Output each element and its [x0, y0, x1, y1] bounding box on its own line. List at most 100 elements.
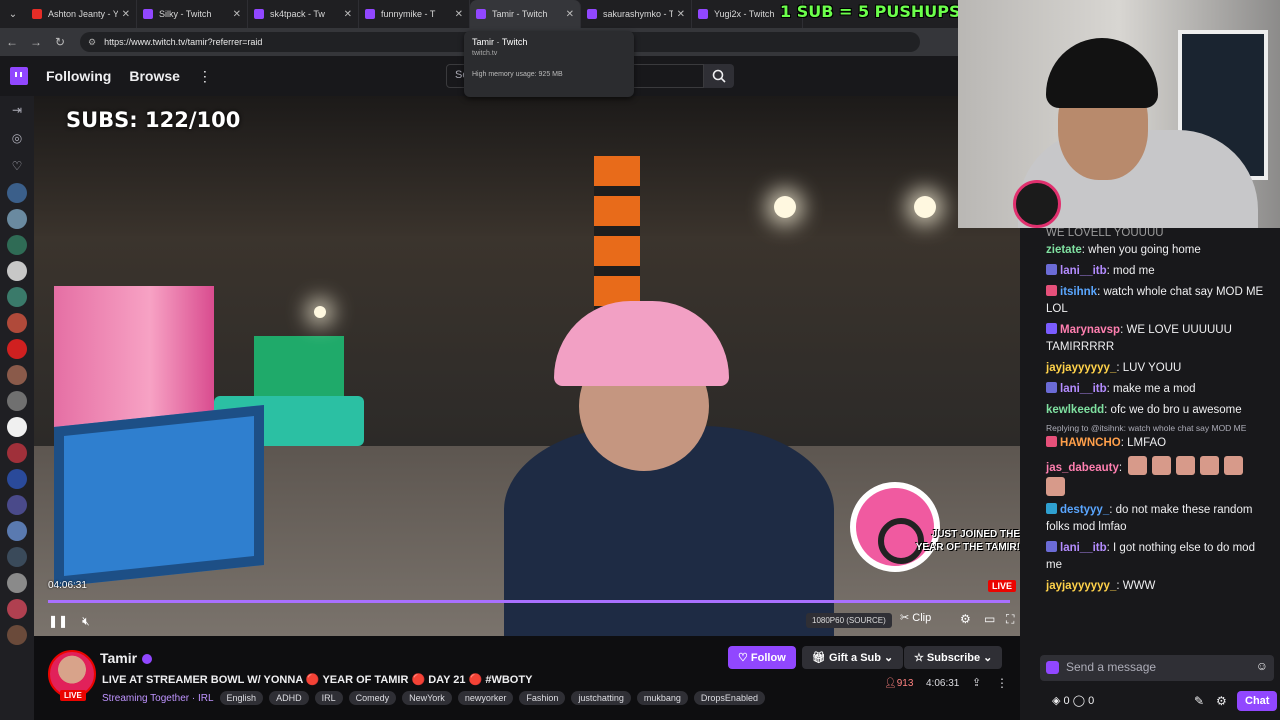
theatre-mode-icon[interactable]: ▭ [984, 612, 995, 626]
channel-avatar[interactable] [7, 365, 27, 385]
tag[interactable]: newyorker [457, 691, 514, 705]
channel-avatar[interactable] [7, 521, 27, 541]
channel-avatar[interactable] [7, 313, 27, 333]
forward-icon[interactable]: → [24, 35, 48, 49]
tag[interactable]: English [219, 691, 264, 705]
tab-search-icon[interactable]: ⌄ [0, 0, 26, 28]
chat-badge-icon[interactable] [1046, 503, 1057, 514]
chat-username[interactable]: jas_dabeauty [1046, 462, 1119, 474]
tag[interactable]: ADHD [269, 691, 309, 705]
chat-emote[interactable] [1224, 456, 1244, 475]
clip-button[interactable]: ✂ Clip [900, 611, 931, 624]
chat-username[interactable]: jayjayyyyyy_ [1046, 362, 1116, 374]
seek-bar[interactable] [48, 600, 1010, 603]
more-icon[interactable]: ⋮ [198, 68, 212, 85]
mute-icon[interactable]: 🔇︎ [82, 614, 90, 629]
chat-settings-icon[interactable]: ⚙ [1216, 694, 1227, 708]
chat-username[interactable]: lani__itb [1060, 265, 1107, 277]
browser-tab-active[interactable]: Tamir - Twitch ✕ [470, 0, 581, 28]
channel-avatar[interactable] [7, 391, 27, 411]
chat-message-input[interactable]: Send a message ☺ [1040, 655, 1274, 681]
pause-icon[interactable]: ❚❚ [48, 614, 68, 628]
channel-name[interactable]: Tamir [100, 650, 153, 666]
video-player[interactable]: SUBS: 122/100 JUST JOINED THE YEAR OF TH… [34, 96, 1020, 636]
channel-avatar[interactable] [7, 599, 27, 619]
expand-sidebar-icon[interactable]: ⇥ [12, 96, 22, 124]
browser-tab[interactable]: Ashton Jeanty - Y ✕ [26, 0, 137, 28]
follow-button[interactable]: ♡ Follow [728, 646, 796, 669]
chat-username[interactable]: lani__itb [1060, 383, 1107, 395]
close-tab-icon[interactable]: ✕ [455, 9, 463, 20]
tag[interactable]: Comedy [348, 691, 397, 705]
close-tab-icon[interactable]: ✕ [677, 9, 685, 20]
channel-avatar[interactable] [7, 547, 27, 567]
chat-emote[interactable] [1046, 477, 1065, 496]
recommended-icon[interactable]: ◎ [12, 124, 22, 152]
close-tab-icon[interactable]: ✕ [344, 9, 352, 20]
channel-avatar[interactable] [7, 209, 27, 229]
chat-emote[interactable] [1200, 456, 1220, 475]
tag[interactable]: justchatting [571, 691, 631, 705]
settings-icon[interactable]: ⚙ [960, 612, 971, 626]
gift-sub-button[interactable]: 🎁︎ Gift a Sub ⌄ [802, 646, 904, 669]
close-tab-icon[interactable]: ✕ [566, 9, 574, 20]
channel-avatar[interactable] [7, 261, 27, 281]
channel-avatar[interactable] [7, 339, 27, 359]
fullscreen-icon[interactable]: ⛶ [1006, 612, 1014, 627]
twitch-logo-icon[interactable] [10, 67, 28, 85]
channel-avatar[interactable] [7, 443, 27, 463]
nav-browse[interactable]: Browse [129, 68, 180, 84]
streaming-together-link[interactable]: Streaming Together · IRL [102, 693, 214, 704]
chat-username[interactable]: lani__itb [1060, 542, 1107, 554]
reload-icon[interactable]: ↻ [48, 35, 72, 49]
chat-username[interactable]: Marynavsp [1060, 324, 1120, 336]
close-tab-icon[interactable]: ✕ [122, 9, 130, 20]
chat-username[interactable]: kewlkeedd [1046, 404, 1104, 416]
channel-avatar[interactable] [7, 235, 27, 255]
chat-badge-icon[interactable] [1046, 541, 1057, 552]
chat-emote[interactable] [1128, 456, 1148, 475]
mod-tools-icon[interactable]: ✎ [1194, 694, 1204, 708]
chat-username[interactable]: jayjayyyyyy_ [1046, 580, 1116, 592]
chat-badge-icon[interactable] [1046, 285, 1057, 296]
chat-emote[interactable] [1176, 456, 1196, 475]
channel-avatar[interactable] [7, 625, 27, 645]
emote-picker-icon[interactable]: ☺ [1256, 659, 1268, 673]
chat-username[interactable]: zietate [1046, 244, 1082, 256]
browser-tab[interactable]: funnymike - T ✕ [359, 0, 470, 28]
chat-identity-icon[interactable] [1046, 661, 1059, 674]
chat-username[interactable]: destyyy_ [1060, 504, 1109, 516]
tag[interactable]: IRL [314, 691, 343, 705]
tag[interactable]: DropsEnabled [693, 691, 765, 705]
tag[interactable]: mukbang [636, 691, 688, 705]
chat-send-button[interactable]: Chat [1237, 691, 1278, 711]
back-icon[interactable]: ← [0, 35, 24, 49]
chat-badge-icon[interactable] [1046, 436, 1057, 447]
channel-avatar[interactable] [7, 287, 27, 307]
search-button[interactable] [704, 64, 734, 88]
nav-following[interactable]: Following [46, 68, 111, 84]
browser-tab[interactable]: sk4tpack - Tw ✕ [248, 0, 359, 28]
heart-icon[interactable]: ♡ [12, 152, 23, 180]
chat-username[interactable]: HAWNCHO [1060, 437, 1121, 449]
subscribe-button[interactable]: ☆ Subscribe ⌄ [904, 646, 1003, 669]
close-tab-icon[interactable]: ✕ [233, 9, 241, 20]
channel-avatar[interactable] [7, 573, 27, 593]
channel-points[interactable]: ◈ 0 ◯ 0 [1052, 694, 1094, 707]
tag[interactable]: Fashion [519, 691, 566, 705]
channel-avatar[interactable] [7, 417, 27, 437]
more-options-icon[interactable]: ⋮ [996, 676, 1008, 690]
channel-avatar[interactable] [7, 183, 27, 203]
chat-badge-icon[interactable] [1046, 323, 1057, 334]
chat-emote[interactable] [1152, 456, 1172, 475]
browser-tab[interactable]: Silky - Twitch ✕ [137, 0, 248, 28]
channel-avatar[interactable] [7, 495, 27, 515]
site-info-icon[interactable]: ⚙ [88, 37, 96, 48]
share-icon[interactable]: ⇪ [972, 676, 981, 689]
chat-badge-icon[interactable] [1046, 264, 1057, 275]
browser-tab[interactable]: sakurashymko - T ✕ [581, 0, 692, 28]
chat-badge-icon[interactable] [1046, 382, 1057, 393]
tag[interactable]: NewYork [402, 691, 452, 705]
channel-avatar[interactable] [7, 469, 27, 489]
chat-username[interactable]: itsihnk [1060, 286, 1097, 298]
